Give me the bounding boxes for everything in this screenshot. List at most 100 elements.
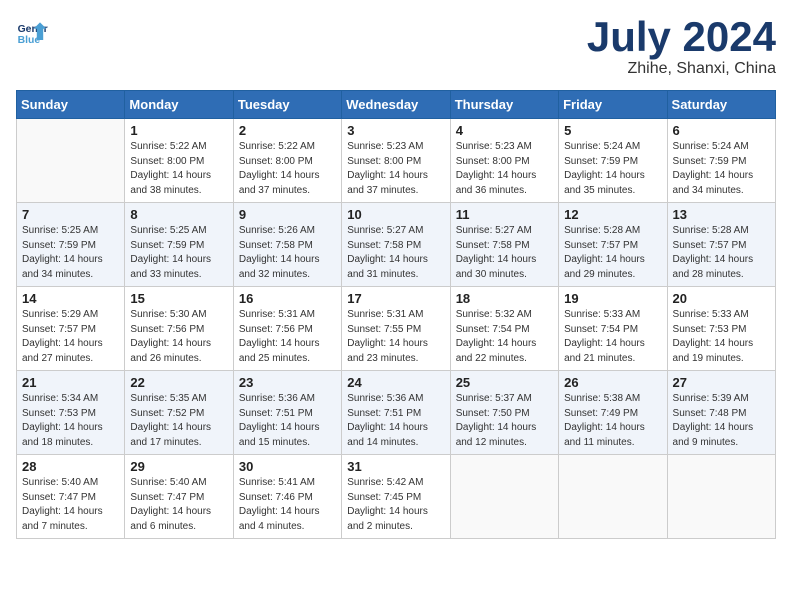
week-row-4: 21 Sunrise: 5:34 AM Sunset: 7:53 PM Dayli…: [17, 371, 776, 455]
calendar-cell: [17, 119, 125, 203]
day-number: 21: [22, 375, 119, 390]
day-info: Sunrise: 5:40 AM Sunset: 7:47 PM Dayligh…: [130, 476, 227, 534]
day-number: 6: [673, 123, 770, 138]
day-info: Sunrise: 5:33 AM Sunset: 7:53 PM Dayligh…: [673, 308, 770, 366]
day-number: 18: [456, 291, 553, 306]
day-info: Sunrise: 5:31 AM Sunset: 7:55 PM Dayligh…: [347, 308, 444, 366]
day-info: Sunrise: 5:22 AM Sunset: 8:00 PM Dayligh…: [130, 140, 227, 198]
day-info: Sunrise: 5:29 AM Sunset: 7:57 PM Dayligh…: [22, 308, 119, 366]
calendar-cell: 4Sunrise: 5:23 AM Sunset: 8:00 PM Daylig…: [450, 119, 558, 203]
day-number: 10: [347, 207, 444, 222]
col-header-sunday: Sunday: [17, 91, 125, 119]
calendar-cell: 31Sunrise: 5:42 AM Sunset: 7:45 PM Dayli…: [342, 455, 450, 539]
logo-icon: General Blue: [16, 16, 48, 48]
day-number: 7: [22, 207, 119, 222]
day-info: Sunrise: 5:31 AM Sunset: 7:56 PM Dayligh…: [239, 308, 336, 366]
week-row-3: 14 Sunrise: 5:29 AM Sunset: 7:57 PM Dayli…: [17, 287, 776, 371]
day-number: 29: [130, 459, 227, 474]
day-number: 20: [673, 291, 770, 306]
calendar-cell: 1 Sunrise: 5:22 AM Sunset: 8:00 PM Daylig…: [125, 119, 233, 203]
calendar-cell: 30 Sunrise: 5:41 AM Sunset: 7:46 PM Dayli…: [233, 455, 341, 539]
day-info: Sunrise: 5:40 AM Sunset: 7:47 PM Dayligh…: [22, 476, 119, 534]
logo: General Blue: [16, 16, 48, 48]
calendar-cell: 23 Sunrise: 5:36 AM Sunset: 7:51 PM Dayli…: [233, 371, 341, 455]
calendar-cell: 15 Sunrise: 5:30 AM Sunset: 7:56 PM Dayli…: [125, 287, 233, 371]
day-number: 26: [564, 375, 661, 390]
day-number: 24: [347, 375, 444, 390]
calendar-cell: 20 Sunrise: 5:33 AM Sunset: 7:53 PM Dayli…: [667, 287, 775, 371]
calendar-cell: 6 Sunrise: 5:24 AM Sunset: 7:59 PM Daylig…: [667, 119, 775, 203]
calendar-cell: 13 Sunrise: 5:28 AM Sunset: 7:57 PM Dayli…: [667, 203, 775, 287]
day-info: Sunrise: 5:28 AM Sunset: 7:57 PM Dayligh…: [564, 224, 661, 282]
calendar-cell: 26 Sunrise: 5:38 AM Sunset: 7:49 PM Dayli…: [559, 371, 667, 455]
day-info: Sunrise: 5:37 AM Sunset: 7:50 PM Dayligh…: [456, 392, 553, 450]
calendar-cell: [559, 455, 667, 539]
col-header-saturday: Saturday: [667, 91, 775, 119]
day-number: 1: [130, 123, 227, 138]
title-block: July 2024 Zhihe, Shanxi, China: [587, 16, 776, 78]
day-number: 9: [239, 207, 336, 222]
calendar-cell: 8Sunrise: 5:25 AM Sunset: 7:59 PM Daylig…: [125, 203, 233, 287]
calendar-cell: 21 Sunrise: 5:34 AM Sunset: 7:53 PM Dayli…: [17, 371, 125, 455]
week-row-1: 1 Sunrise: 5:22 AM Sunset: 8:00 PM Daylig…: [17, 119, 776, 203]
calendar-cell: 9 Sunrise: 5:26 AM Sunset: 7:58 PM Daylig…: [233, 203, 341, 287]
calendar-header-row: SundayMondayTuesdayWednesdayThursdayFrid…: [17, 91, 776, 119]
day-number: 13: [673, 207, 770, 222]
day-number: 23: [239, 375, 336, 390]
day-info: Sunrise: 5:33 AM Sunset: 7:54 PM Dayligh…: [564, 308, 661, 366]
calendar-cell: 28Sunrise: 5:40 AM Sunset: 7:47 PM Dayli…: [17, 455, 125, 539]
col-header-tuesday: Tuesday: [233, 91, 341, 119]
calendar-cell: 14 Sunrise: 5:29 AM Sunset: 7:57 PM Dayli…: [17, 287, 125, 371]
day-number: 30: [239, 459, 336, 474]
calendar-cell: 19 Sunrise: 5:33 AM Sunset: 7:54 PM Dayli…: [559, 287, 667, 371]
calendar-cell: 17Sunrise: 5:31 AM Sunset: 7:55 PM Dayli…: [342, 287, 450, 371]
calendar-cell: 25 Sunrise: 5:37 AM Sunset: 7:50 PM Dayli…: [450, 371, 558, 455]
day-info: Sunrise: 5:22 AM Sunset: 8:00 PM Dayligh…: [239, 140, 336, 198]
day-info: Sunrise: 5:24 AM Sunset: 7:59 PM Dayligh…: [564, 140, 661, 198]
svg-text:General: General: [18, 24, 48, 35]
calendar-cell: 16 Sunrise: 5:31 AM Sunset: 7:56 PM Dayli…: [233, 287, 341, 371]
calendar-cell: [667, 455, 775, 539]
day-info: Sunrise: 5:28 AM Sunset: 7:57 PM Dayligh…: [673, 224, 770, 282]
page-header: General Blue July 2024 Zhihe, Shanxi, Ch…: [16, 16, 776, 78]
day-info: Sunrise: 5:32 AM Sunset: 7:54 PM Dayligh…: [456, 308, 553, 366]
week-row-2: 7 Sunrise: 5:25 AM Sunset: 7:59 PM Daylig…: [17, 203, 776, 287]
calendar-cell: 2 Sunrise: 5:22 AM Sunset: 8:00 PM Daylig…: [233, 119, 341, 203]
day-number: 8: [130, 207, 227, 222]
day-number: 19: [564, 291, 661, 306]
day-number: 22: [130, 375, 227, 390]
day-number: 3: [347, 123, 444, 138]
day-info: Sunrise: 5:30 AM Sunset: 7:56 PM Dayligh…: [130, 308, 227, 366]
col-header-monday: Monday: [125, 91, 233, 119]
calendar-title: July 2024: [587, 16, 776, 58]
day-info: Sunrise: 5:38 AM Sunset: 7:49 PM Dayligh…: [564, 392, 661, 450]
day-number: 31: [347, 459, 444, 474]
day-number: 16: [239, 291, 336, 306]
calendar-cell: 3Sunrise: 5:23 AM Sunset: 8:00 PM Daylig…: [342, 119, 450, 203]
calendar-cell: 18 Sunrise: 5:32 AM Sunset: 7:54 PM Dayli…: [450, 287, 558, 371]
calendar-cell: 24 Sunrise: 5:36 AM Sunset: 7:51 PM Dayli…: [342, 371, 450, 455]
calendar-cell: 12Sunrise: 5:28 AM Sunset: 7:57 PM Dayli…: [559, 203, 667, 287]
col-header-thursday: Thursday: [450, 91, 558, 119]
day-info: Sunrise: 5:25 AM Sunset: 7:59 PM Dayligh…: [22, 224, 119, 282]
calendar-cell: 29 Sunrise: 5:40 AM Sunset: 7:47 PM Dayli…: [125, 455, 233, 539]
day-number: 14: [22, 291, 119, 306]
col-header-wednesday: Wednesday: [342, 91, 450, 119]
day-number: 25: [456, 375, 553, 390]
day-info: Sunrise: 5:34 AM Sunset: 7:53 PM Dayligh…: [22, 392, 119, 450]
calendar-cell: 10 Sunrise: 5:27 AM Sunset: 7:58 PM Dayli…: [342, 203, 450, 287]
day-info: Sunrise: 5:27 AM Sunset: 7:58 PM Dayligh…: [347, 224, 444, 282]
day-info: Sunrise: 5:41 AM Sunset: 7:46 PM Dayligh…: [239, 476, 336, 534]
calendar-cell: [450, 455, 558, 539]
day-info: Sunrise: 5:24 AM Sunset: 7:59 PM Dayligh…: [673, 140, 770, 198]
day-number: 4: [456, 123, 553, 138]
day-number: 15: [130, 291, 227, 306]
calendar-subtitle: Zhihe, Shanxi, China: [587, 60, 776, 78]
day-info: Sunrise: 5:36 AM Sunset: 7:51 PM Dayligh…: [239, 392, 336, 450]
day-info: Sunrise: 5:26 AM Sunset: 7:58 PM Dayligh…: [239, 224, 336, 282]
day-info: Sunrise: 5:27 AM Sunset: 7:58 PM Dayligh…: [456, 224, 553, 282]
day-number: 2: [239, 123, 336, 138]
day-info: Sunrise: 5:36 AM Sunset: 7:51 PM Dayligh…: [347, 392, 444, 450]
calendar-cell: 7 Sunrise: 5:25 AM Sunset: 7:59 PM Daylig…: [17, 203, 125, 287]
day-number: 11: [456, 207, 553, 222]
